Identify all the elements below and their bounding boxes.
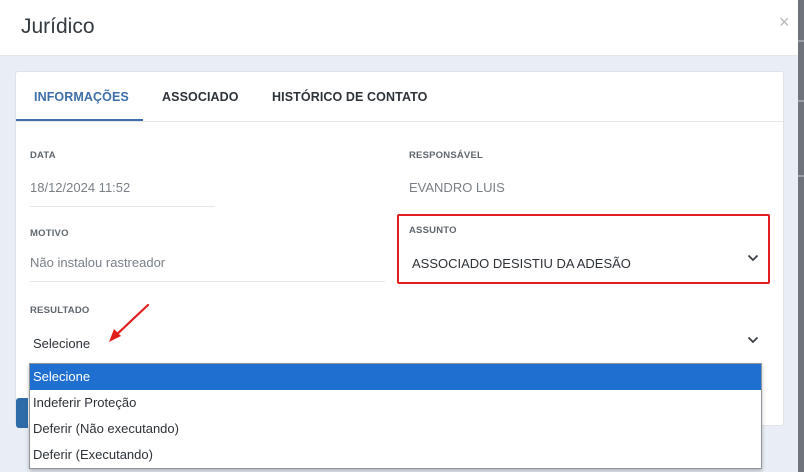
responsavel-value: EVANDRO LUIS <box>409 180 505 195</box>
assunto-label: ASSUNTO <box>409 225 457 236</box>
option-indeferir-protecao[interactable]: Indeferir Proteção <box>30 390 761 416</box>
motivo-underline <box>30 281 385 282</box>
assunto-select[interactable]: ASSOCIADO DESISTIU DA ADESÃO <box>412 256 631 271</box>
tab-associado[interactable]: ASSOCIADO <box>162 72 239 122</box>
juridico-modal: Jurídico × INFORMAÇÕES ASSOCIADO HISTÓRI… <box>0 0 798 472</box>
option-deferir-executando[interactable]: Deferir (Executando) <box>30 442 761 468</box>
modal-header: Jurídico × <box>0 0 798 56</box>
chevron-down-icon[interactable] <box>747 336 759 344</box>
motivo-label: MOTIVO <box>30 228 69 239</box>
resultado-label: RESULTADO <box>30 305 90 316</box>
responsavel-label: RESPONSÁVEL <box>409 150 483 161</box>
motivo-value: Não instalou rastreador <box>30 255 166 270</box>
option-deferir-nao-executando[interactable]: Deferir (Não executando) <box>30 416 761 442</box>
action-button-edge[interactable] <box>16 398 28 428</box>
tab-historico-de-contato[interactable]: HISTÓRICO DE CONTATO <box>272 72 427 122</box>
data-value: 18/12/2024 11:52 <box>30 180 131 195</box>
page-backdrop <box>798 0 804 472</box>
data-label: DATA <box>30 150 56 161</box>
chevron-down-icon[interactable] <box>747 254 759 262</box>
option-selecione[interactable]: Selecione <box>30 364 761 390</box>
red-arrow-icon <box>109 303 150 342</box>
resultado-dropdown-list: Selecione Indeferir Proteção Deferir (Nã… <box>29 363 762 469</box>
modal-title: Jurídico <box>21 15 95 38</box>
tab-informacoes[interactable]: INFORMAÇÕES <box>34 72 129 122</box>
tab-bar: INFORMAÇÕES ASSOCIADO HISTÓRICO DE CONTA… <box>16 72 783 122</box>
close-icon[interactable]: × <box>779 12 790 33</box>
active-tab-indicator <box>16 119 143 121</box>
resultado-select[interactable]: Selecione <box>33 336 90 351</box>
data-underline <box>30 206 215 207</box>
